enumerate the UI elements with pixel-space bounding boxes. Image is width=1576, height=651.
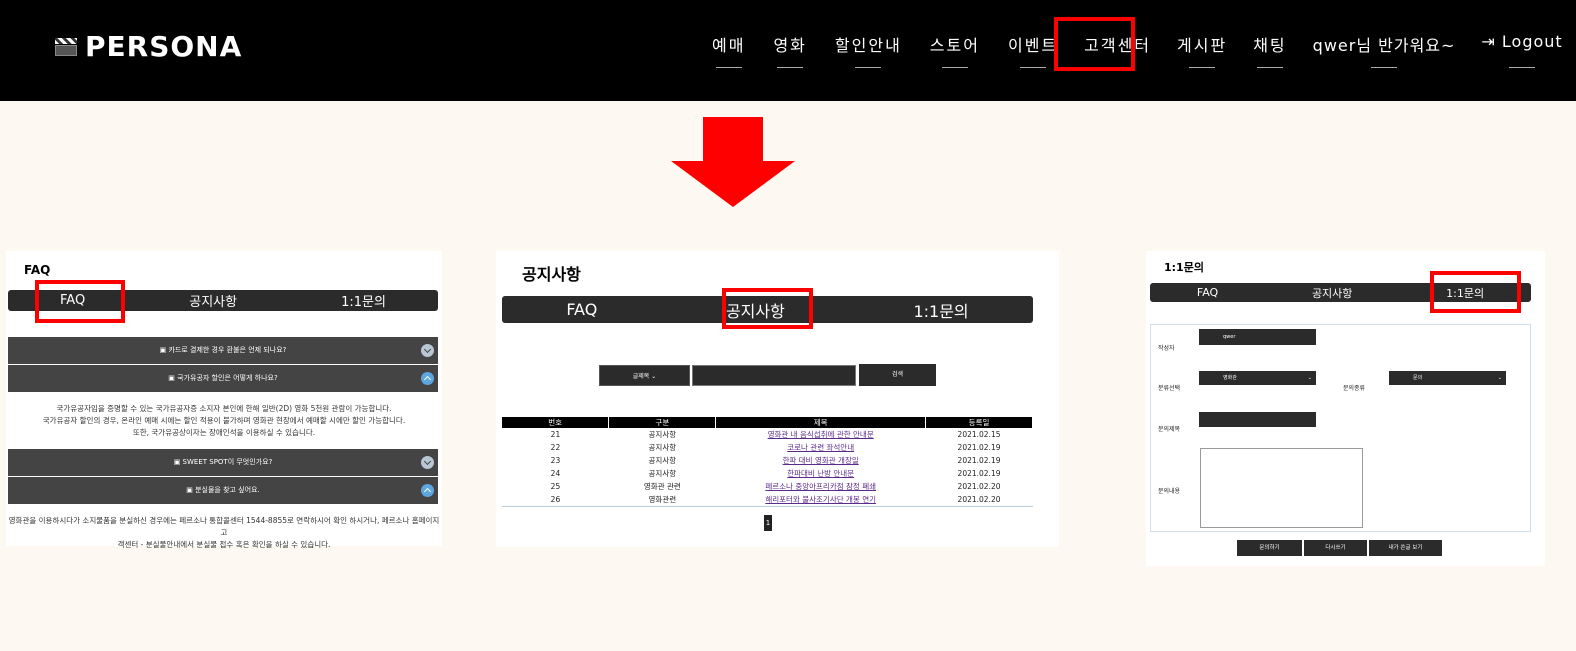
- nav-item-user-greeting[interactable]: qwer님 반가워요~: [1313, 32, 1456, 68]
- table-row: 26 영화관련 해리포터와 불사조기사단 개봉 연기 2021.02.20: [502, 493, 1033, 506]
- faq-answer: 국가유공자임을 증명할 수 있는 국가유공자증 소지자 본인에 한해 일반(2D…: [42, 404, 406, 437]
- tab-notice[interactable]: 공지사항: [1312, 285, 1352, 301]
- column-header: 제목: [715, 417, 927, 428]
- tab-faq[interactable]: FAQ: [1197, 286, 1218, 299]
- page-title: 공지사항: [522, 265, 581, 284]
- category-label: 분류선택: [1158, 385, 1181, 392]
- nav-item-logout[interactable]: ⇥ Logout: [1481, 32, 1562, 68]
- nav-item-events[interactable]: 이벤트: [1008, 32, 1058, 68]
- table-row: 21 공지사항 영화관 내 음식섭취에 관한 안내문 2021.02.15: [550, 428, 1001, 441]
- type-label: 문의종류: [1343, 385, 1366, 392]
- brand-logo[interactable]: PERSONA: [55, 30, 242, 63]
- category-select[interactable]: 영화관 ⌄: [1199, 371, 1316, 385]
- notice-link[interactable]: 영화관 내 음식섭취에 관한 안내문: [716, 428, 926, 441]
- content-label: 문의내용: [1158, 488, 1181, 495]
- column-header: 번호: [502, 417, 610, 428]
- column-header: 등록일: [925, 417, 1033, 428]
- search-input[interactable]: [692, 365, 856, 386]
- type-select[interactable]: 문의 ⌄: [1389, 371, 1506, 385]
- tab-inquiry[interactable]: 1:1문의: [341, 291, 386, 310]
- chevron-down-icon: [421, 344, 434, 357]
- chevron-down-icon: ⌄: [1497, 375, 1502, 381]
- notice-table: 번호 구분 제목 등록일 21 공지사항 영화관 내 음식섭취에 관한 안내문 202…: [502, 417, 1033, 507]
- writer-field[interactable]: qwer: [1199, 329, 1316, 345]
- faq-question[interactable]: ▣ 분실물을 찾고 싶어요.: [8, 477, 438, 504]
- table-row: 23 공지사항 한파 대비 영화관 개장일 2021.02.19: [550, 454, 1001, 467]
- notice-panel: 공지사항 FAQ 공지사항 1:1문의 글제목 ⌄ 검색 번호 구분 제목 등록…: [496, 251, 1059, 547]
- notice-tab-highlight: [722, 288, 813, 329]
- tab-inquiry[interactable]: 1:1문의: [913, 298, 968, 322]
- content-textarea[interactable]: [1200, 448, 1363, 528]
- subject-field[interactable]: [1199, 412, 1316, 427]
- reset-button[interactable]: 다시쓰기: [1304, 540, 1367, 556]
- main-nav: 예매 영화 할인안내 스토어 이벤트 고객센터 게시판 채팅 qwer님 반가워…: [712, 32, 1563, 68]
- faq-tab-highlight: [35, 280, 125, 323]
- search-type-select[interactable]: 글제목 ⌄: [599, 365, 690, 386]
- clapperboard-icon: [55, 37, 77, 56]
- page-title: 1:1문의: [1164, 261, 1204, 274]
- faq-question[interactable]: ▣ SWEET SPOT이 무엇인가요?: [8, 449, 438, 476]
- faq-panel: FAQ FAQ 공지사항 1:1문의 ▣ 카드로 결제한 경우 환불은 언제 되…: [6, 251, 442, 549]
- pagination-page[interactable]: 1: [764, 515, 772, 531]
- chevron-down-icon: [421, 456, 434, 469]
- column-header: 구분: [608, 417, 717, 428]
- customer-center-highlight: [1054, 17, 1135, 71]
- brand-name: PERSONA: [85, 30, 243, 63]
- notice-link[interactable]: 한파 대비 영화관 개장일: [716, 454, 926, 467]
- faq-answer: 영화관을 이용하시다가 소지물품을 분실하신 경우에는 페르소나 통합콜센터 1…: [8, 516, 440, 549]
- notice-link[interactable]: 페르소나 중앙아프리카점 잠정 폐쇄: [716, 480, 926, 493]
- top-navbar: PERSONA 예매 영화 할인안내 스토어 이벤트 고객센터 게시판 채팅 q…: [0, 0, 1576, 101]
- notice-link[interactable]: 해리포터와 불사조기사단 개봉 연기: [716, 493, 926, 506]
- faq-question[interactable]: ▣ 카드로 결제한 경우 환불은 언제 되나요?: [8, 337, 438, 364]
- table-row: 24 공지사항 한파대비 난방 안내문 2021.02.19: [550, 467, 1001, 480]
- chevron-down-icon: ⌄: [651, 373, 657, 380]
- nav-item-discounts[interactable]: 할인안내: [835, 32, 902, 68]
- chevron-up-icon: [421, 484, 434, 497]
- inquiry-panel: 1:1문의 FAQ 공지사항 1:1문의 작성자 qwer 분류선택 영화관 ⌄ …: [1146, 251, 1545, 566]
- notice-link[interactable]: 코로나 관련 좌석안내: [716, 441, 926, 454]
- nav-item-movies[interactable]: 영화: [773, 32, 806, 68]
- logout-label: Logout: [1501, 32, 1563, 51]
- notice-link[interactable]: 한파대비 난방 안내문: [716, 467, 926, 480]
- nav-item-reservation[interactable]: 예매: [712, 32, 745, 68]
- my-posts-button[interactable]: 내가 쓴글 보기: [1369, 540, 1442, 556]
- subject-label: 문의제목: [1158, 426, 1181, 433]
- chevron-down-icon: ⌄: [1307, 375, 1312, 381]
- submit-button[interactable]: 문의하기: [1237, 540, 1302, 556]
- down-arrow-icon: [671, 117, 795, 207]
- inquiry-tab-highlight: [1430, 271, 1521, 313]
- sign-out-icon: ⇥: [1481, 32, 1502, 51]
- writer-label: 작성자: [1158, 345, 1175, 352]
- nav-item-board[interactable]: 게시판: [1177, 32, 1227, 68]
- search-button[interactable]: 검색: [859, 364, 936, 386]
- nav-item-chat[interactable]: 채팅: [1253, 32, 1286, 68]
- tab-faq[interactable]: FAQ: [566, 300, 597, 319]
- chevron-up-icon: [421, 372, 434, 385]
- faq-question[interactable]: ▣ 국가유공자 할인은 어떻게 하나요?: [8, 365, 438, 392]
- page-title: FAQ: [24, 263, 51, 277]
- table-row: 25 영화관 관련 페르소나 중앙아프리카점 잠정 폐쇄 2021.02.20: [550, 480, 1001, 493]
- nav-item-store[interactable]: 스토어: [930, 32, 980, 68]
- tab-notice[interactable]: 공지사항: [189, 291, 237, 310]
- table-row: 22 공지사항 코로나 관련 좌석안내 2021.02.19: [550, 441, 1001, 454]
